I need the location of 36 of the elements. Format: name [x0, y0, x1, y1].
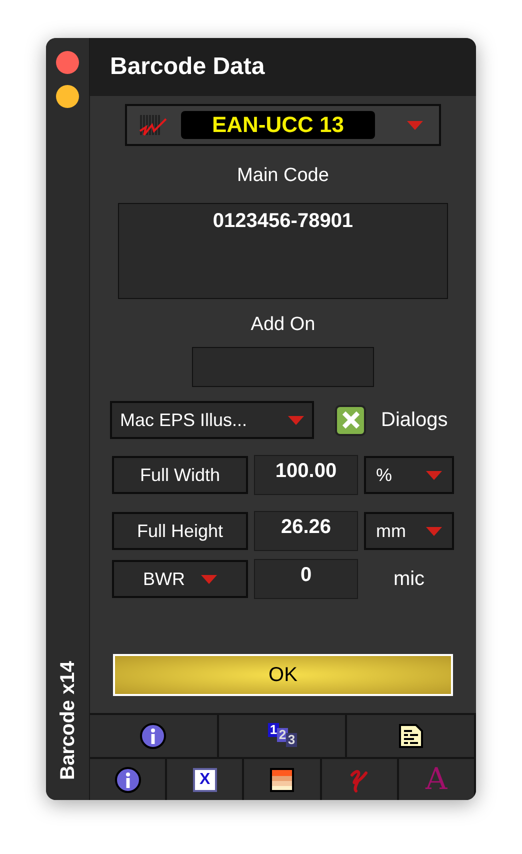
color-swatch-icon [268, 766, 295, 792]
format-dropdown[interactable]: Mac EPS Illus... [110, 401, 314, 439]
main-code-label: Main Code [237, 164, 329, 188]
main-code-field[interactable]: 0123456-78901 [118, 202, 448, 298]
caret-icon [426, 526, 442, 536]
info-icon [140, 723, 166, 749]
caret-icon [426, 470, 442, 480]
caret-icon [288, 416, 304, 424]
value-field[interactable]: 0 [254, 559, 358, 599]
document-icon [398, 723, 424, 749]
toolbar-button[interactable] [347, 715, 476, 757]
unit-label: mic [392, 567, 426, 592]
dialogs-checkbox[interactable] [335, 404, 366, 436]
unit-dropdown[interactable]: mm [364, 512, 454, 550]
unit-dropdown[interactable]: % [364, 456, 454, 494]
dimension-button[interactable]: Full Width [112, 456, 248, 494]
dimension-button[interactable]: Full Height [112, 512, 248, 550]
caret-icon [407, 120, 423, 130]
toolbar-button[interactable]: 123 [218, 715, 348, 757]
add-on-field[interactable] [192, 347, 374, 387]
add-on-label: Add On [250, 312, 316, 336]
toolbar-button[interactable] [244, 759, 322, 800]
x-box-icon: X [192, 768, 217, 792]
ok-button[interactable]: OK [113, 654, 453, 696]
letter-icon: A [426, 764, 448, 794]
dialogs-label: Dialogs [381, 408, 448, 433]
info-icon [114, 766, 141, 792]
value-field[interactable]: 100.00 [254, 455, 358, 495]
mode-dropdown[interactable]: BWR [112, 560, 248, 598]
toolbar-button[interactable]: X [167, 759, 244, 800]
value-field[interactable]: 26.26 [254, 511, 358, 551]
cross-icon [342, 411, 360, 429]
side-label: Barcode x14 [56, 661, 80, 780]
caret-icon [201, 574, 217, 584]
symbology-dropdown[interactable]: EAN-UCC 13 [125, 104, 441, 146]
window-title: Barcode Data [110, 52, 265, 82]
